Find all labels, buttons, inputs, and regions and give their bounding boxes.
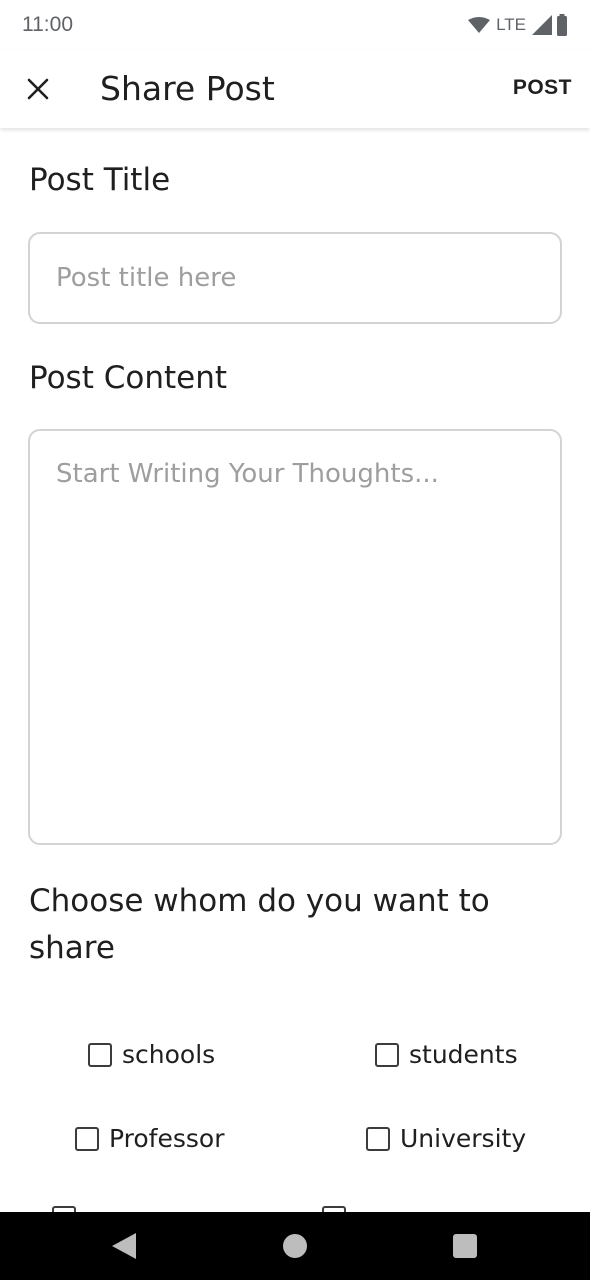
post-button[interactable]: POST	[513, 76, 572, 100]
checkbox-label: University	[400, 1124, 527, 1153]
checkbox-label: students	[409, 1040, 518, 1069]
post-content-input[interactable]	[28, 429, 562, 845]
checkbox-students[interactable]: students	[375, 1040, 518, 1069]
back-icon[interactable]	[112, 1233, 136, 1259]
cell-signal-icon	[532, 15, 552, 35]
wifi-icon	[468, 17, 491, 33]
home-icon[interactable]	[283, 1234, 307, 1258]
recents-icon[interactable]	[453, 1234, 477, 1258]
status-time: 11:00	[22, 13, 73, 36]
share-audience-label: Choose whom do you want to share	[29, 883, 490, 966]
page-title: Share Post	[100, 69, 275, 108]
post-title-input[interactable]	[28, 232, 562, 324]
app-bar: Share Post POST	[0, 50, 590, 128]
checkbox-box[interactable]	[75, 1126, 99, 1151]
checkbox-schools[interactable]: schools	[88, 1040, 215, 1069]
checkbox-professor[interactable]: Professor	[75, 1124, 224, 1153]
checkbox-box[interactable]	[375, 1042, 399, 1067]
status-icons: LTE	[468, 14, 568, 36]
checkbox-label: Professor	[109, 1124, 225, 1153]
post-title-label: Post Title	[29, 162, 171, 198]
status-bar: 11:00 LTE	[0, 0, 590, 50]
checkbox-box[interactable]	[88, 1042, 112, 1067]
checkbox-box[interactable]	[366, 1126, 390, 1151]
battery-icon	[557, 14, 567, 36]
checkbox-label: schools	[122, 1040, 216, 1069]
close-icon[interactable]	[26, 77, 50, 101]
checkbox-university[interactable]: University	[366, 1124, 526, 1153]
system-navigation-bar	[0, 1212, 590, 1280]
network-type: LTE	[496, 15, 526, 34]
post-content-label: Post Content	[29, 360, 228, 396]
